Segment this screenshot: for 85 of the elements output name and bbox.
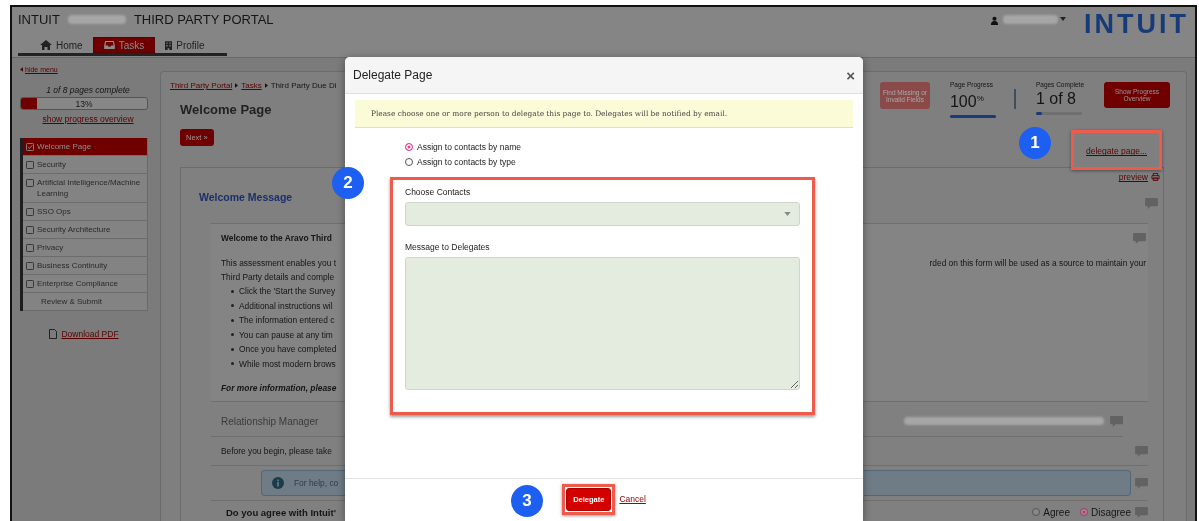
checkbox-icon <box>26 178 34 187</box>
file-icon <box>49 329 58 339</box>
sidebar-item[interactable]: Review & Submit <box>23 293 147 311</box>
home-icon <box>40 40 52 50</box>
option-label[interactable]: Assign to contacts by type <box>417 157 516 167</box>
inbox-icon <box>103 41 115 49</box>
message-heading: Welcome to the Aravo Third <box>221 233 332 243</box>
portal-title: THIRD PARTY PORTAL <box>133 11 274 27</box>
sidebar-item[interactable]: SSO Ops <box>23 203 147 221</box>
info-icon <box>272 477 284 489</box>
field-label: Relationship Manager <box>221 415 319 427</box>
user-icon[interactable] <box>990 15 999 25</box>
progress-overview-link[interactable]: show progress overview <box>20 114 148 124</box>
redacted-text <box>1003 14 1058 24</box>
option-label[interactable]: Assign to contacts by name <box>417 142 521 152</box>
caret-icon <box>264 83 268 88</box>
sidebar-item[interactable]: Enterprise Compliance <box>23 275 147 293</box>
comment-icon[interactable] <box>1133 232 1146 244</box>
portal-title: INTUIT <box>18 11 60 27</box>
sidebar-item[interactable]: Security <box>23 156 147 174</box>
close-button[interactable]: × <box>846 66 855 84</box>
radio-button[interactable] <box>405 143 413 151</box>
body-text: For more information, please <box>221 383 337 393</box>
breadcrumb-link[interactable]: Tasks <box>241 81 262 90</box>
download-link[interactable]: Download PDF <box>20 329 148 339</box>
section-title: Welcome Message <box>199 191 293 203</box>
message-input[interactable] <box>405 257 800 390</box>
option-label[interactable]: Disagree <box>1090 506 1131 518</box>
meter-value: 1 of 8 <box>1035 90 1076 108</box>
radio-button[interactable] <box>1079 508 1088 516</box>
breadcrumb-text: Third Party Due Di <box>270 81 337 90</box>
bullet-text: Click the 'Start the Survey <box>239 286 336 297</box>
checkbox-icon <box>26 243 34 252</box>
printer-icon <box>1151 173 1160 182</box>
checkbox-icon <box>26 142 34 151</box>
bullet-text: While most modern brows <box>239 358 336 369</box>
body-text: Before you begin, please take <box>221 446 332 456</box>
cancel-link[interactable]: Cancel <box>619 494 646 504</box>
dialog-title: Delegate Page <box>353 68 433 82</box>
field-label: Choose Contacts <box>405 187 472 197</box>
comment-icon[interactable] <box>1145 198 1158 209</box>
breadcrumb-link[interactable]: Third Party Portal <box>170 81 233 90</box>
nav-tab[interactable]: Home <box>30 37 93 53</box>
sidebar-item[interactable]: Privacy <box>23 239 147 257</box>
body-text: Third Party details and comple <box>221 272 335 282</box>
progress-text: 1 of 8 pages complete <box>45 85 131 95</box>
sidebar-item[interactable]: Welcome Page <box>23 138 147 156</box>
radio-button[interactable] <box>1032 508 1041 516</box>
nav-tab[interactable]: Profile <box>155 37 215 53</box>
page-title: Welcome Page <box>180 102 273 117</box>
comment-icon[interactable] <box>1135 506 1148 518</box>
delegate-page-link[interactable]: delegate page... <box>1086 146 1147 157</box>
option-label[interactable]: Agree <box>1043 506 1070 518</box>
bullet-text: Additional instructions wil <box>239 300 333 311</box>
caret-icon <box>235 83 239 88</box>
body-text: rded on this form will be used as a source to maintain your <box>929 258 1146 268</box>
body-text: This assessment enables you t <box>221 258 336 268</box>
checkbox-icon <box>26 279 34 288</box>
redacted-text <box>67 14 126 24</box>
bullet-text: Once you have completed <box>239 344 337 355</box>
comment-icon[interactable] <box>1135 445 1148 457</box>
checkbox-icon <box>26 261 34 270</box>
caret-icon[interactable] <box>1060 17 1066 21</box>
bullet-text: The information entered c <box>239 315 335 326</box>
field-label: Message to Delegates <box>405 242 491 252</box>
logo: INTUIT <box>1084 10 1189 38</box>
sidebar-item[interactable]: Artificial Intelligence/Machine Learning <box>23 174 147 203</box>
bullet-text: You can pause at any tim <box>239 329 333 340</box>
nav-tab[interactable]: Tasks <box>92 37 156 53</box>
contacts-select[interactable] <box>405 202 800 226</box>
comment-icon[interactable] <box>1135 477 1148 489</box>
caret-icon <box>784 212 791 216</box>
sidebar-item[interactable]: Security Architecture <box>23 221 147 239</box>
checkbox-icon <box>26 225 34 234</box>
building-icon <box>165 40 173 50</box>
preview-link[interactable]: preview <box>1118 172 1160 183</box>
question-text: Do you agree with Intuit' <box>226 506 336 518</box>
radio-button[interactable] <box>405 158 413 166</box>
sidebar-item[interactable]: Business Continuity <box>23 257 147 275</box>
checkbox-icon <box>26 207 34 216</box>
meter-value: 100$^{%}$ <box>949 92 984 112</box>
caret-icon <box>20 67 23 72</box>
progress-reading: 13% <box>75 98 93 109</box>
checkbox-icon <box>26 160 34 169</box>
comment-icon[interactable] <box>1110 415 1123 427</box>
